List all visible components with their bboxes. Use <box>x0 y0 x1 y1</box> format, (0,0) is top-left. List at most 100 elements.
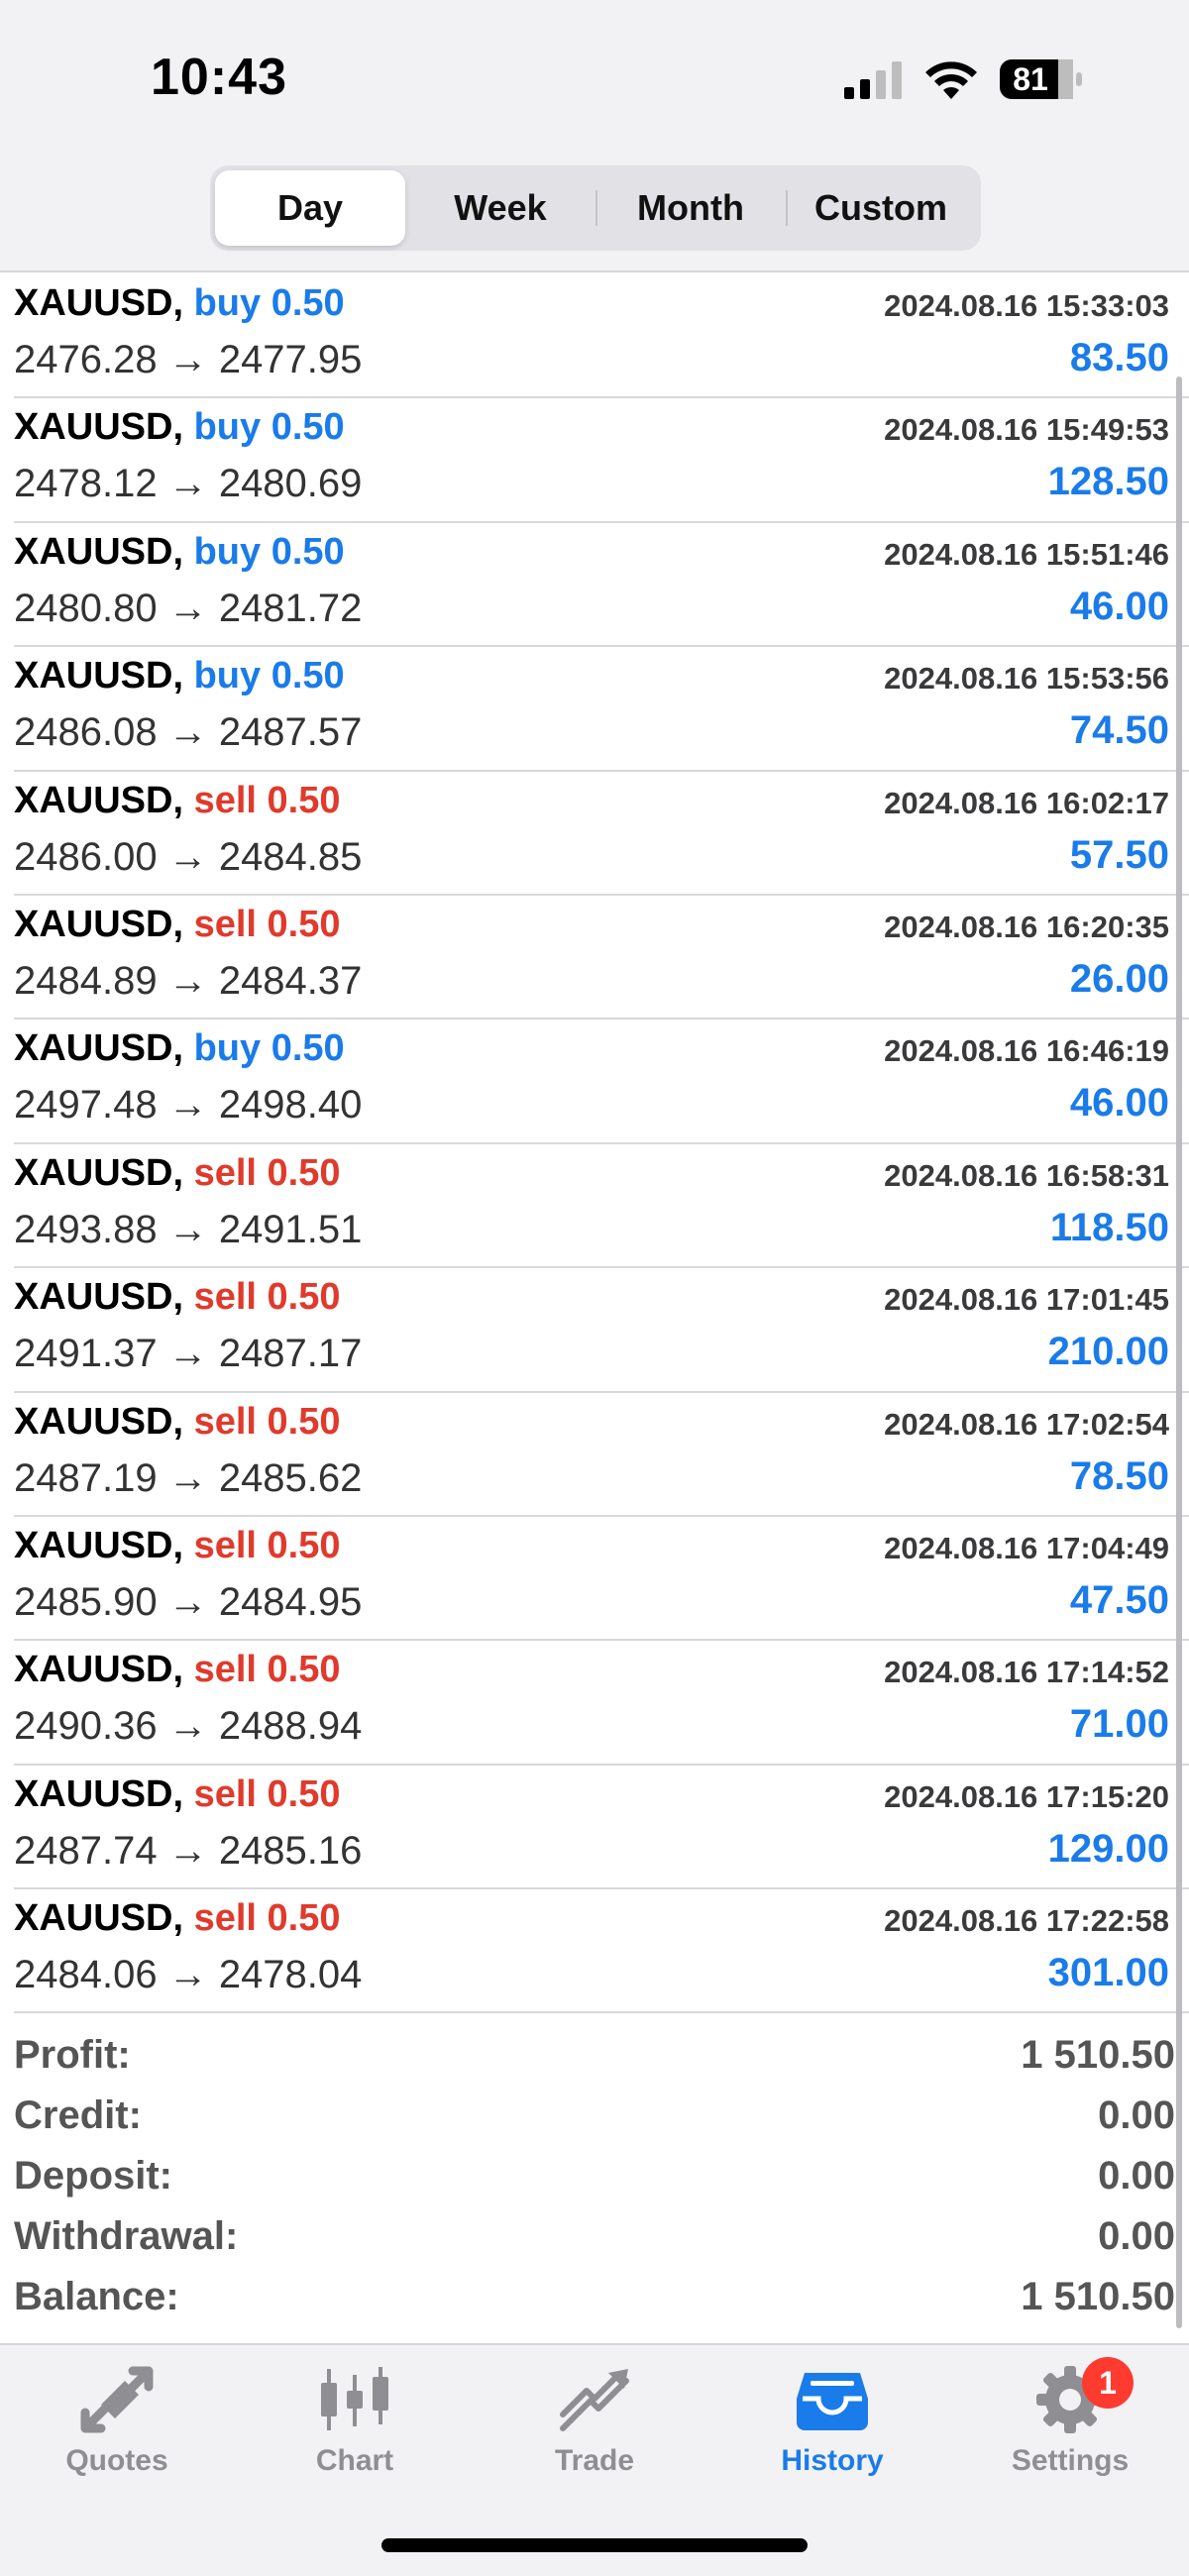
deal-row[interactable]: XAUUSD, sell 0.50 2024.08.16 16:20:35 2484… <box>14 896 1189 1020</box>
deal-title: XAUUSD, sell 0.50 <box>14 1525 341 1567</box>
deal-title: XAUUSD, sell 0.50 <box>14 1897 341 1940</box>
deal-row[interactable]: XAUUSD, buy 0.50 2024.08.16 16:46:19 2497.… <box>14 1020 1189 1144</box>
deal-title: XAUUSD, buy 0.50 <box>14 531 345 574</box>
tab-chart[interactable]: Chart <box>256 2365 454 2504</box>
scrollbar[interactable] <box>1176 376 1182 2328</box>
cellular-signal-icon <box>844 61 902 99</box>
segment-week[interactable]: Week <box>405 170 595 246</box>
deal-symbol: XAUUSD, <box>14 1027 184 1070</box>
deal-profit: 46.00 <box>1069 584 1169 628</box>
deal-row[interactable]: XAUUSD, sell 0.50 2024.08.16 17:14:52 2490… <box>14 1641 1189 1766</box>
deal-title: XAUUSD, sell 0.50 <box>14 1401 341 1444</box>
deal-prices: 2484.89 → 2484.37 <box>14 958 363 1003</box>
deal-profit: 210.00 <box>1047 1330 1169 1374</box>
deals-list: XAUUSD, buy 0.50 2024.08.16 15:33:03 2476.… <box>0 274 1189 2014</box>
deal-side: sell <box>193 779 257 821</box>
deal-row[interactable]: XAUUSD, sell 0.50 2024.08.16 17:04:49 2485… <box>14 1517 1189 1642</box>
deal-profit: 78.50 <box>1069 1453 1169 1498</box>
deal-title: XAUUSD, sell 0.50 <box>14 780 341 822</box>
deal-profit: 46.00 <box>1069 1081 1169 1126</box>
tab-quotes[interactable]: Quotes <box>18 2365 216 2504</box>
deal-row[interactable]: XAUUSD, sell 0.50 2024.08.16 16:02:17 2486… <box>14 772 1189 896</box>
deal-prices: 2487.74 → 2485.16 <box>14 1828 363 1873</box>
candlestick-chart-icon <box>321 2367 388 2430</box>
summary-value: 0.00 <box>1098 2214 1175 2258</box>
deal-prices: 2486.00 → 2484.85 <box>14 834 363 879</box>
deal-title: XAUUSD, buy 0.50 <box>14 655 345 698</box>
deal-datetime: 2024.08.16 15:53:56 <box>884 661 1169 697</box>
summary-row: Balance: 1 510.50 <box>14 2271 1175 2331</box>
deal-prices: 2486.08 → 2487.57 <box>14 710 363 755</box>
status-time: 10:43 <box>151 49 287 106</box>
summary-label: Profit: <box>14 2033 131 2077</box>
deal-profit: 301.00 <box>1047 1951 1169 1995</box>
deal-profit: 83.50 <box>1069 336 1169 379</box>
deal-side: sell <box>193 1897 257 1940</box>
deal-symbol: XAUUSD, <box>14 282 184 324</box>
deal-datetime: 2024.08.16 17:14:52 <box>884 1655 1169 1690</box>
deal-datetime: 2024.08.16 17:15:20 <box>884 1778 1169 1814</box>
home-indicator[interactable] <box>381 2538 808 2552</box>
deal-row[interactable]: XAUUSD, sell 0.50 2024.08.16 17:22:58 2484… <box>14 1889 1189 2014</box>
deal-profit: 26.00 <box>1069 956 1169 1001</box>
deal-row[interactable]: XAUUSD, sell 0.50 2024.08.16 16:58:31 2493… <box>14 1144 1189 1269</box>
deal-symbol: XAUUSD, <box>14 1276 184 1319</box>
deal-row[interactable]: XAUUSD, sell 0.50 2024.08.16 17:15:20 2487… <box>14 1766 1189 1890</box>
deal-prices: 2497.48 → 2498.40 <box>14 1083 363 1127</box>
deal-title: XAUUSD, sell 0.50 <box>14 1276 341 1319</box>
deal-volume: 0.50 <box>270 406 345 449</box>
deal-datetime: 2024.08.16 17:04:49 <box>884 1530 1169 1565</box>
deal-row[interactable]: XAUUSD, sell 0.50 2024.08.16 17:01:45 2491… <box>14 1268 1189 1393</box>
summary-value: 0.00 <box>1098 2154 1175 2198</box>
deal-title: XAUUSD, buy 0.50 <box>14 1027 345 1070</box>
deal-side: sell <box>193 1151 257 1194</box>
tab-trade[interactable]: Trade <box>495 2365 694 2504</box>
deal-prices: 2480.80 → 2481.72 <box>14 586 363 630</box>
segment-month[interactable]: Month <box>595 170 786 246</box>
tab-history[interactable]: History <box>733 2365 931 2504</box>
deal-volume: 0.50 <box>270 282 345 324</box>
deal-side: buy <box>193 406 262 449</box>
segment-day[interactable]: Day <box>215 170 405 246</box>
deal-symbol: XAUUSD, <box>14 1897 184 1940</box>
deal-side: sell <box>193 1524 257 1566</box>
deal-datetime: 2024.08.16 17:22:58 <box>884 1903 1169 1939</box>
deal-symbol: XAUUSD, <box>14 1772 184 1815</box>
deal-profit: 71.00 <box>1069 1702 1169 1747</box>
tab-settings-label: Settings <box>1011 2444 1130 2477</box>
status-bar: 10:43 81 <box>0 0 1189 149</box>
deal-volume: 0.50 <box>267 1276 341 1319</box>
deal-symbol: XAUUSD, <box>14 779 184 821</box>
deal-symbol: XAUUSD, <box>14 1524 184 1566</box>
summary-label: Withdrawal: <box>14 2214 239 2258</box>
deal-side: buy <box>193 282 262 324</box>
deal-volume: 0.50 <box>267 779 341 821</box>
deal-side: sell <box>193 903 257 945</box>
summary-value: 0.00 <box>1098 2093 1175 2137</box>
deal-row[interactable]: XAUUSD, sell 0.50 2024.08.16 17:02:54 2487… <box>14 1393 1189 1517</box>
deal-prices: 2493.88 → 2491.51 <box>14 1207 363 1251</box>
deal-symbol: XAUUSD, <box>14 1400 184 1443</box>
deal-volume: 0.50 <box>267 903 341 945</box>
summary-value: 1 510.50 <box>1021 2275 1175 2318</box>
tab-quotes-label: Quotes <box>65 2444 168 2477</box>
deal-symbol: XAUUSD, <box>14 1151 184 1194</box>
deal-volume: 0.50 <box>270 1027 345 1070</box>
deal-datetime: 2024.08.16 16:02:17 <box>884 785 1169 820</box>
tab-history-label: History <box>781 2444 884 2477</box>
tab-settings[interactable]: 1 Settings <box>971 2357 1169 2504</box>
deal-row[interactable]: XAUUSD, buy 0.50 2024.08.16 15:53:56 2486.… <box>14 647 1189 772</box>
deal-row[interactable]: XAUUSD, buy 0.50 2024.08.16 15:51:46 2480.… <box>14 523 1189 648</box>
deal-volume: 0.50 <box>267 1524 341 1566</box>
wifi-icon <box>925 61 977 99</box>
deal-datetime: 2024.08.16 16:20:35 <box>884 909 1169 944</box>
deal-row[interactable]: XAUUSD, buy 0.50 2024.08.16 15:33:03 2476.… <box>14 274 1189 399</box>
period-selector-bar: Day Week Month Custom <box>0 149 1189 272</box>
deal-prices: 2487.19 → 2485.62 <box>14 1455 363 1500</box>
segment-custom[interactable]: Custom <box>786 170 976 246</box>
battery-level: 81 <box>1013 61 1048 97</box>
summary-row: Credit: 0.00 <box>14 2090 1175 2150</box>
summary-row: Deposit: 0.00 <box>14 2150 1175 2210</box>
deal-row[interactable]: XAUUSD, buy 0.50 2024.08.16 15:49:53 2478.… <box>14 398 1189 523</box>
deal-volume: 0.50 <box>267 1649 341 1691</box>
